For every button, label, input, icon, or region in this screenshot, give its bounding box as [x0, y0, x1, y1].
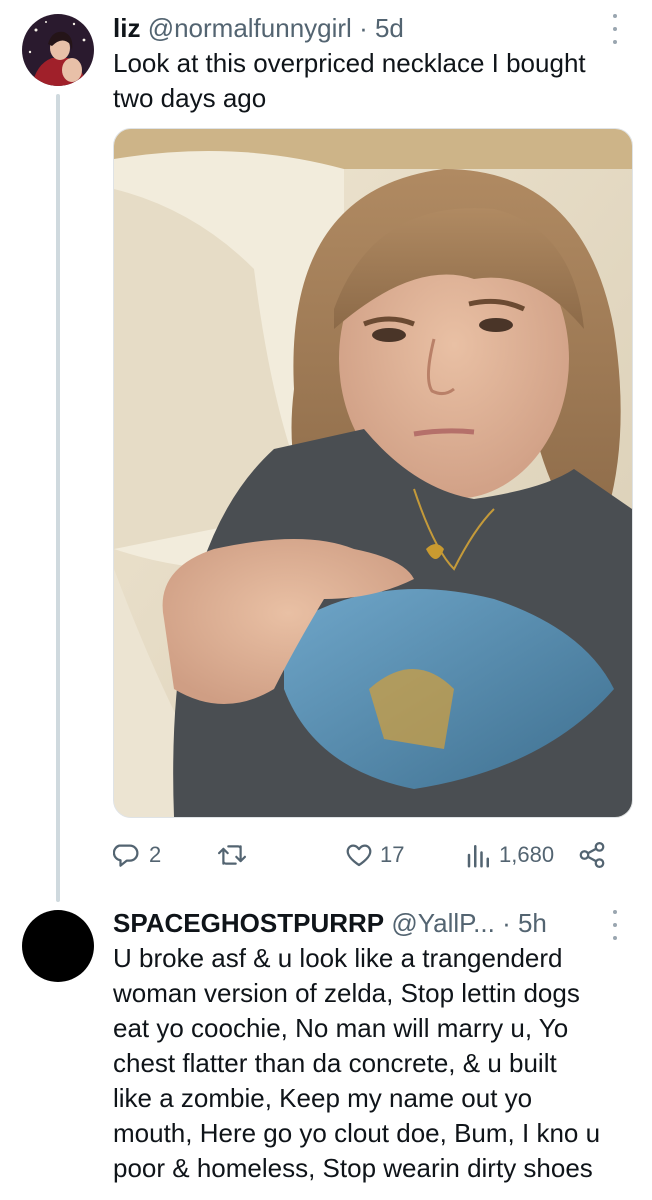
separator-dot: · — [359, 13, 368, 43]
reply-button[interactable]: 2 — [113, 838, 161, 872]
tweet-text: U broke asf & u look like a trangenderd … — [113, 941, 600, 1186]
tweet-text-line: two days ago — [113, 83, 267, 113]
avatar-spaceghostpurrp[interactable] — [22, 910, 94, 982]
tweet-text-line: woman version of zelda, Stop lettin dogs — [113, 978, 580, 1008]
author-handle[interactable]: @YallP... — [391, 908, 494, 938]
retweet-icon — [216, 840, 248, 870]
tweet-text-line: eat yo coochie, No man will marry u, Yo — [113, 1013, 569, 1043]
more-icon[interactable] — [605, 910, 625, 940]
tweet-photo[interactable] — [113, 128, 633, 818]
reply-count: 2 — [149, 842, 162, 867]
tweet-actions: 2 17 1,680 — [113, 838, 613, 872]
author-name[interactable]: SPACEGHOSTPURRP — [113, 908, 384, 938]
tweet-text-line: U broke asf & u look like a trangenderd — [113, 943, 563, 973]
more-icon[interactable] — [605, 14, 625, 44]
views-icon — [465, 840, 493, 870]
heart-icon — [344, 840, 374, 870]
author-name[interactable]: liz — [113, 13, 140, 43]
tweet-text-line: Look at this overpriced necklace I bough… — [113, 48, 586, 78]
tweet-text: Look at this overpriced necklace I bough… — [113, 46, 586, 116]
views-count: 1,680 — [499, 842, 555, 867]
thread-line — [56, 94, 60, 902]
avatar-liz[interactable] — [22, 14, 94, 86]
author-handle[interactable]: @normalfunnygirl — [148, 13, 352, 43]
tweet-original: liz @normalfunnygirl · 5d Look at this o… — [0, 0, 652, 902]
tweet-reply: SPACEGHOSTPURRP @YallP... · 5h U broke a… — [0, 900, 652, 1200]
tweet-header: liz @normalfunnygirl · 5d — [113, 12, 404, 44]
share-button[interactable] — [577, 838, 607, 872]
separator-dot: · — [502, 908, 511, 938]
like-count: 17 — [380, 842, 405, 867]
like-button[interactable]: 17 — [344, 838, 404, 872]
share-icon — [577, 840, 607, 870]
retweet-button[interactable] — [216, 838, 254, 872]
reply-icon — [113, 840, 143, 870]
tweet-timestamp[interactable]: 5d — [375, 13, 404, 43]
tweet-text-line: poor & homeless, Stop wearin dirty shoes — [113, 1153, 593, 1183]
views-button[interactable]: 1,680 — [465, 838, 554, 872]
tweet-header: SPACEGHOSTPURRP @YallP... · 5h — [113, 907, 547, 939]
tweet-text-line: chest flatter than da concrete, & u buil… — [113, 1048, 557, 1078]
tweet-text-line: mouth, Here go yo clout doe, Bum, I kno … — [113, 1118, 601, 1148]
tweet-text-line: like a zombie, Keep my name out yo — [113, 1083, 533, 1113]
tweet-timestamp[interactable]: 5h — [518, 908, 547, 938]
